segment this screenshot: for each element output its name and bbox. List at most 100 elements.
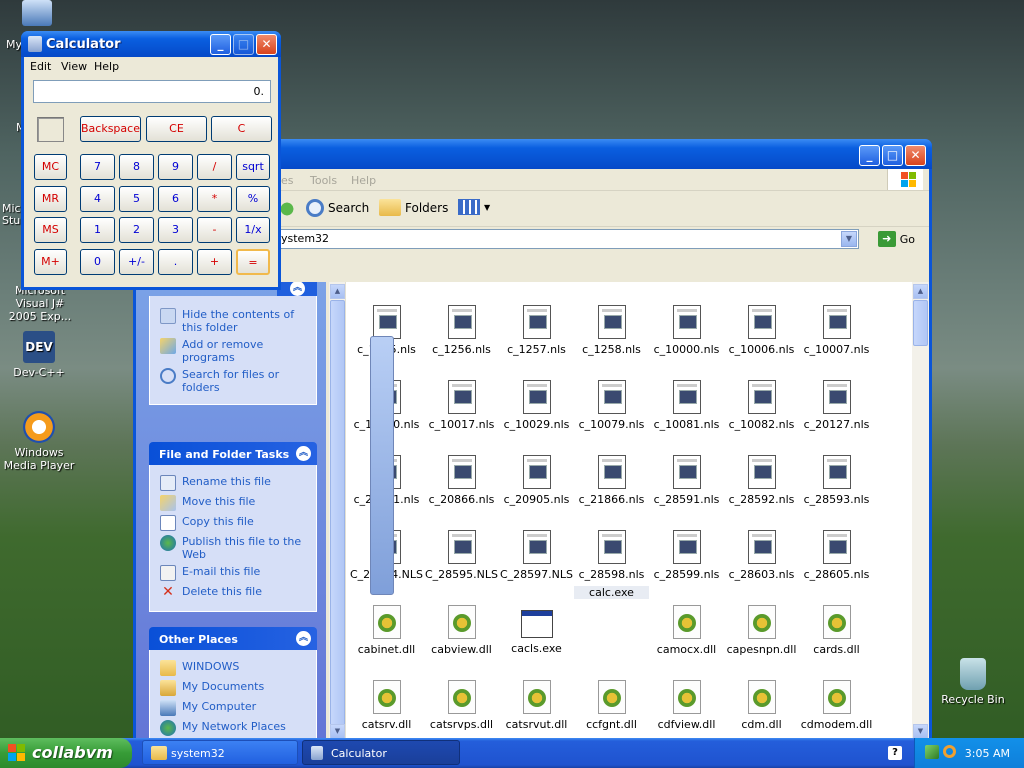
file-item[interactable]: c_10007.nls	[799, 286, 874, 361]
file-item[interactable]: c_10029.nls	[499, 361, 574, 436]
m-plus-button[interactable]: M+	[34, 249, 67, 275]
menu-tools[interactable]: Tools	[310, 174, 337, 187]
file-item[interactable]: c_28592.nls	[724, 436, 799, 511]
file-item[interactable]: c_28599.nls	[649, 511, 724, 586]
calc-key-9[interactable]: 9	[158, 154, 193, 180]
file-item[interactable]: ccfgnt.dll	[574, 661, 649, 736]
maximize-button[interactable]: □	[233, 34, 254, 55]
calc-key-plusdivideminus[interactable]: +/-	[119, 249, 154, 275]
taskbar-button-system32[interactable]: system32	[142, 740, 298, 765]
calc-key-percent[interactable]: %	[236, 186, 270, 212]
address-input[interactable]: ystem32 ▼	[276, 229, 859, 249]
file-item[interactable]: cacls.exe	[499, 586, 574, 661]
file-item[interactable]: C_28597.NLS	[499, 511, 574, 586]
file-item[interactable]: cabinet.dll	[349, 586, 424, 661]
calc-key-0[interactable]: 0	[80, 249, 115, 275]
menu-help[interactable]: Help	[351, 174, 376, 187]
file-item[interactable]: c_1257.nls	[499, 286, 574, 361]
file-item[interactable]: C_28595.NLS	[424, 511, 499, 586]
mc-button[interactable]: MC	[34, 154, 67, 180]
address-dropdown-chevron-icon[interactable]: ▼	[841, 231, 857, 247]
collapse-chevron-icon[interactable]: ︽	[296, 631, 311, 646]
minimize-button[interactable]: _	[859, 145, 880, 166]
system-tasks-header[interactable]: ︽	[277, 282, 317, 296]
maximize-button[interactable]: □	[882, 145, 903, 166]
file-item[interactable]: catsrvps.dll	[424, 661, 499, 736]
close-button[interactable]: ✕	[256, 34, 277, 55]
backspace-button[interactable]: Backspace	[80, 116, 141, 142]
close-button[interactable]: ✕	[905, 145, 926, 166]
file-folder-tasks-header[interactable]: File and Folder Tasks ︽	[149, 442, 317, 465]
task-move[interactable]: Move this file	[160, 495, 308, 511]
calc-key-3[interactable]: 3	[158, 217, 193, 243]
file-item[interactable]: c_28598.nls	[574, 511, 649, 586]
file-item[interactable]: camocx.dll	[649, 586, 724, 661]
file-pane-scrollbar[interactable]: ▲ ▼	[912, 282, 929, 741]
file-item[interactable]: c_28593.nls	[799, 436, 874, 511]
task-hide-contents[interactable]: Hide the contents of this folder	[160, 308, 308, 334]
task-publish[interactable]: Publish this file to the Web	[160, 535, 308, 561]
file-item[interactable]: catsrvut.dll	[499, 661, 574, 736]
go-button[interactable]: ➜ Go	[877, 231, 915, 247]
file-item[interactable]: c_20127.nls	[799, 361, 874, 436]
file-item[interactable]: c_10017.nls	[424, 361, 499, 436]
file-item[interactable]: catsrv.dll	[349, 661, 424, 736]
file-item[interactable]: c_21866.nls	[574, 436, 649, 511]
network-tray-icon[interactable]	[925, 745, 939, 759]
calculator-titlebar[interactable]: Calculator _ □ ✕	[21, 31, 281, 57]
calc-key-4[interactable]: 4	[80, 186, 115, 212]
clock[interactable]: 3:05 AM	[965, 747, 1010, 760]
file-item[interactable]: cdm.dll	[724, 661, 799, 736]
start-button[interactable]: collabvm	[0, 738, 132, 768]
other-places-header[interactable]: Other Places ︽	[149, 627, 317, 650]
file-item[interactable]: c_10079.nls	[574, 361, 649, 436]
collapse-chevron-icon[interactable]: ︽	[296, 446, 311, 461]
menu-edit[interactable]: Edit	[30, 60, 51, 73]
file-item[interactable]: c_28591.nls	[649, 436, 724, 511]
menu-favorites[interactable]: es	[281, 174, 294, 187]
calc-key-equals[interactable]: =	[236, 249, 270, 275]
file-item[interactable]: c_20905.nls	[499, 436, 574, 511]
place-my-documents[interactable]: My Documents	[160, 680, 308, 696]
calc-key-plus[interactable]: +	[197, 249, 232, 275]
folders-button[interactable]: Folders	[379, 199, 448, 216]
ce-button[interactable]: CE	[146, 116, 207, 142]
calc-key-minus[interactable]: -	[197, 217, 232, 243]
file-item[interactable]: cards.dll	[799, 586, 874, 661]
task-email[interactable]: E-mail this file	[160, 565, 308, 581]
help-icon[interactable]: ?	[888, 746, 902, 760]
file-item[interactable]: c_28603.nls	[724, 511, 799, 586]
calc-key-7[interactable]: 7	[80, 154, 115, 180]
task-delete[interactable]: ✕ Delete this file	[160, 585, 308, 601]
collapse-chevron-icon[interactable]: ︽	[290, 282, 305, 296]
place-windows[interactable]: WINDOWS	[160, 660, 308, 676]
calc-key-1[interactable]: 1	[80, 217, 115, 243]
scroll-thumb[interactable]	[913, 300, 928, 346]
mr-button[interactable]: MR	[34, 186, 67, 212]
desktop-icon-dev-cpp[interactable]: DEV Dev-C++	[0, 331, 78, 379]
search-tray-icon[interactable]	[943, 745, 956, 758]
scroll-down-arrow-icon[interactable]: ▼	[913, 724, 928, 739]
file-item[interactable]: calc.exe	[370, 336, 649, 661]
desktop-icon-my-computer[interactable]	[0, 0, 56, 29]
calc-key-decimal[interactable]: .	[158, 249, 193, 275]
task-rename[interactable]: Rename this file	[160, 475, 308, 491]
ms-button[interactable]: MS	[34, 217, 67, 243]
desktop-icon-media-player[interactable]: Windows Media Player	[0, 411, 78, 472]
task-pane-scrollbar[interactable]: ▲ ▼	[329, 282, 346, 741]
scroll-thumb[interactable]	[330, 300, 345, 740]
task-copy[interactable]: Copy this file	[160, 515, 308, 531]
file-item[interactable]: c_1258.nls	[574, 286, 649, 361]
task-search-files[interactable]: Search for files or folders	[160, 368, 308, 394]
place-my-computer[interactable]: My Computer	[160, 700, 308, 716]
views-button[interactable]: ▼	[458, 199, 490, 215]
scroll-up-arrow-icon[interactable]: ▲	[913, 284, 928, 299]
calc-key-multiply[interactable]: *	[197, 186, 232, 212]
menu-view[interactable]: View	[61, 60, 87, 73]
file-item[interactable]: cdfview.dll	[649, 661, 724, 736]
file-item[interactable]: cdmodem.dll	[799, 661, 874, 736]
task-add-remove-programs[interactable]: Add or remove programs	[160, 338, 308, 364]
calc-key-sqrt[interactable]: sqrt	[236, 154, 270, 180]
file-item[interactable]: c_1256.nls	[424, 286, 499, 361]
desktop-icon-recycle-bin[interactable]: Recycle Bin	[934, 658, 1012, 706]
